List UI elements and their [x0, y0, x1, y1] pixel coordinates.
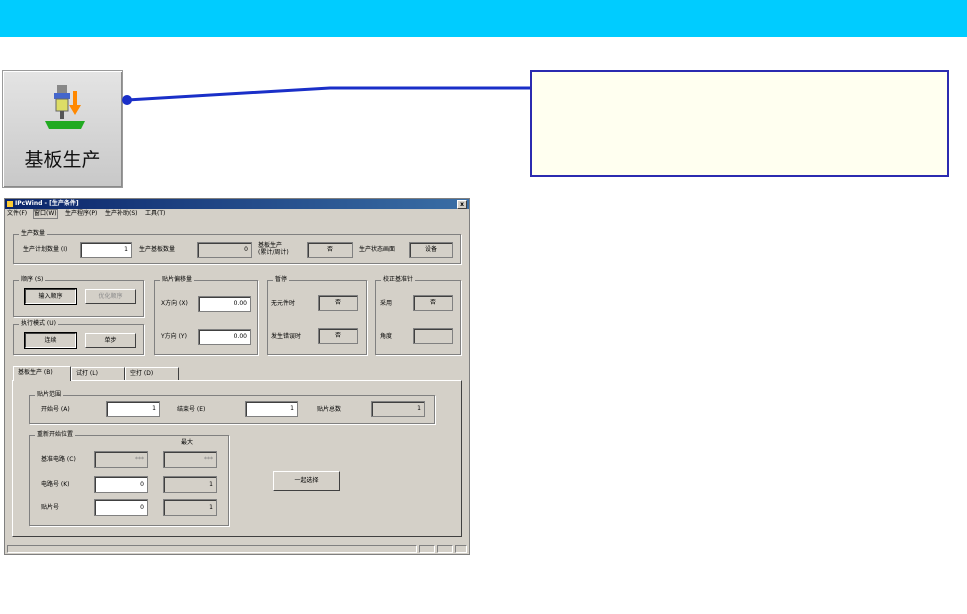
error-value: 否	[318, 328, 358, 344]
group-label: 顺序 (S)	[19, 276, 46, 284]
group-label: 执行模式 (U)	[19, 320, 58, 328]
production-conditions-window: IPcWind - [生产条件] x 文件(F) 窗口(W) 生产程序(P) 生…	[4, 198, 470, 555]
y-offset-input[interactable]: 0.00	[198, 329, 251, 345]
menu-bar: 文件(F) 窗口(W) 生产程序(P) 生产补助(S) 工具(T)	[5, 209, 469, 219]
block-label: 电路号 (K)	[41, 481, 70, 488]
input-order-button[interactable]: 输入顺序	[24, 288, 77, 305]
status-segment	[455, 545, 467, 553]
group-label: 校正基准针	[381, 276, 416, 284]
produced-qty-value: 0	[197, 242, 252, 258]
menu-support[interactable]: 生产补助(S)	[105, 209, 138, 219]
plan-qty-label: 生产计划数量 (I)	[23, 246, 68, 253]
max-header: 最大	[181, 439, 194, 446]
mount-no-max: 1	[163, 499, 217, 516]
batch-select-button[interactable]: 一起选择	[273, 471, 340, 491]
status-segment	[7, 545, 417, 553]
menu-tools[interactable]: 工具(T)	[145, 209, 165, 219]
continuous-button[interactable]: 连续	[24, 332, 77, 349]
board-prod-sublabel: (累计/周计)	[258, 249, 289, 256]
board-prod-value: 否	[307, 242, 353, 258]
circuit-label: 基准电路 (C)	[41, 456, 76, 463]
circuit-input: ***	[94, 451, 148, 468]
status-screen-value: 设备	[409, 242, 453, 258]
menu-program[interactable]: 生产程序(P)	[65, 209, 97, 219]
end-no-input[interactable]: 1	[245, 401, 298, 417]
status-segment	[419, 545, 435, 553]
close-button[interactable]: x	[457, 200, 467, 209]
end-no-label: 结束号 (E)	[177, 406, 206, 413]
tab-board-production[interactable]: 基板生产 (B)	[13, 366, 71, 381]
calib-angle-label: 角度	[380, 333, 393, 340]
step-count-value: 1	[371, 401, 425, 417]
y-offset-label: Y方向 (Y)	[161, 333, 187, 340]
window-titlebar: IPcWind - [生产条件] x	[5, 199, 469, 209]
calib-use-value: 否	[413, 295, 453, 311]
single-step-button[interactable]: 单步	[85, 333, 136, 348]
callout-note-box	[530, 70, 949, 177]
mount-no-input[interactable]: 0	[94, 499, 148, 516]
block-max: 1	[163, 476, 217, 493]
plan-qty-input[interactable]: 1	[80, 242, 132, 258]
group-label: 暂停	[273, 276, 290, 284]
menu-file[interactable]: 文件(F)	[7, 209, 27, 219]
calib-use-label: 采用	[380, 300, 393, 307]
x-offset-label: X方向 (X)	[161, 300, 188, 307]
top-banner	[0, 0, 967, 37]
window-title: IPcWind - [生产条件]	[15, 200, 79, 207]
status-screen-label: 生产状态画面	[359, 246, 396, 253]
mounter-head-icon	[45, 85, 85, 129]
calib-angle-value	[413, 328, 453, 344]
tab-trial[interactable]: 试打 (L)	[71, 367, 125, 380]
mount-no-label: 贴片号	[41, 504, 60, 511]
group-label: 贴片范围	[35, 391, 64, 399]
status-bar	[5, 544, 469, 554]
error-label: 发生错误时	[271, 333, 302, 340]
tab-dry-run[interactable]: 空打 (D)	[125, 367, 179, 380]
menu-window[interactable]: 窗口(W)	[33, 209, 58, 219]
no-part-label: 无元件时	[271, 300, 296, 307]
group-label: 重新开始位置	[35, 431, 76, 439]
block-input[interactable]: 0	[94, 476, 148, 493]
group-label: 贴片偏移量	[160, 276, 195, 284]
no-part-value: 否	[318, 295, 358, 311]
board-production-label: 基板生产	[24, 149, 101, 171]
group-label: 生产数量	[19, 230, 48, 238]
x-offset-input[interactable]: 0.00	[198, 296, 251, 312]
optimize-order-button[interactable]: 优化顺序	[85, 289, 136, 304]
step-count-label: 贴片总数	[317, 406, 342, 413]
start-no-label: 开始号 (A)	[41, 406, 70, 413]
produced-qty-label: 生产基板数量	[139, 246, 176, 253]
circuit-max: ***	[163, 451, 217, 468]
status-segment	[437, 545, 453, 553]
start-no-input[interactable]: 1	[106, 401, 160, 417]
board-production-button[interactable]: 基板生产	[2, 70, 123, 188]
app-icon	[7, 201, 13, 207]
